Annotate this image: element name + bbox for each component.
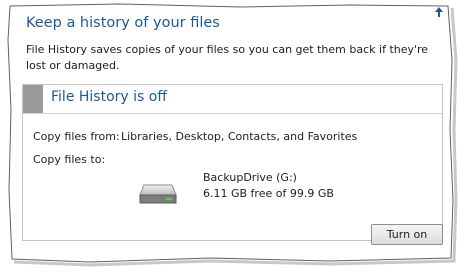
file-history-panel: Keep a history of your files File Histor… [18, 12, 448, 252]
status-header: File History is off [23, 85, 442, 114]
page-description: File History saves copies of your files … [26, 43, 429, 72]
page-title: Keep a history of your files [26, 15, 220, 31]
help-icon[interactable] [434, 6, 444, 18]
turn-on-button[interactable]: Turn on [371, 224, 443, 245]
drive-free-space: 6.11 GB free of 99.9 GB [203, 187, 334, 200]
status-box: File History is off Copy files from: Lib… [22, 84, 443, 241]
copy-from-label: Copy files from: [33, 130, 120, 143]
hard-drive-icon [139, 184, 177, 204]
status-indicator [23, 85, 43, 113]
drive-name: BackupDrive (G:) [203, 171, 297, 184]
status-text: File History is off [51, 89, 167, 105]
copy-from-value: Libraries, Desktop, Contacts, and Favori… [121, 130, 358, 143]
copy-to-label: Copy files to: [33, 153, 106, 166]
